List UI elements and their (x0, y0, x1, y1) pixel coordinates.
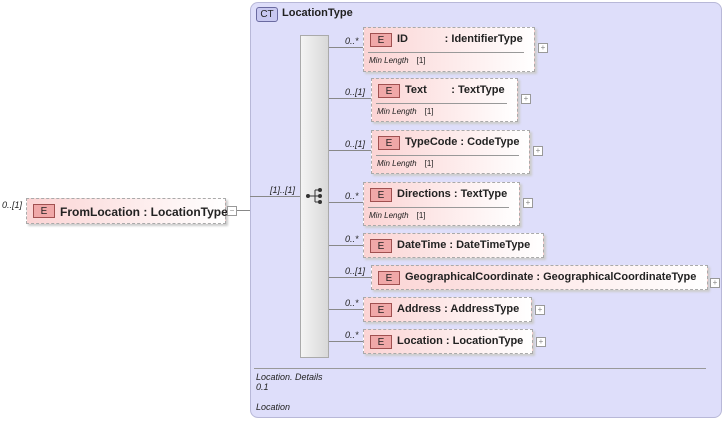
element-name: FromLocation (60, 205, 140, 219)
element-label: Text : TextType (405, 84, 505, 96)
footer-text: Location. Details (256, 372, 323, 382)
child-connector (329, 245, 363, 246)
footer-divider (254, 368, 706, 369)
element-label: Directions : TextType (397, 188, 508, 200)
child-connector (329, 341, 363, 342)
child-connector (329, 98, 371, 99)
element-badge: E (378, 271, 400, 285)
divider (368, 207, 509, 208)
element-badge: E (370, 188, 392, 202)
sequence-icon (306, 188, 322, 204)
facet-value: [1] (424, 107, 434, 116)
child-connector (329, 150, 371, 151)
element-type: LocationType (150, 205, 228, 219)
element-badge: E (370, 303, 392, 317)
element-label: Address : AddressType (397, 303, 520, 315)
child-multiplicity: 0..[1] (345, 266, 366, 276)
expand-toggle[interactable]: + (536, 337, 546, 347)
child-connector (329, 309, 363, 310)
element-directions[interactable]: E Directions : TextType Min Length [1] (363, 182, 520, 226)
element-label: FromLocation : LocationType (60, 205, 228, 219)
expand-toggle[interactable]: + (521, 94, 531, 104)
facet-min-length: Min Length [1] (377, 107, 434, 116)
element-badge: E (370, 33, 392, 47)
root-multiplicity: 0..[1] (2, 200, 23, 210)
element-text[interactable]: E Text : TextType Min Length [1] (371, 78, 518, 122)
child-connector (329, 277, 371, 278)
element-badge: E (378, 84, 400, 98)
element-badge: E (370, 239, 392, 253)
element-label: GeographicalCoordinate : GeographicalCoo… (405, 271, 697, 283)
element-datetime[interactable]: E DateTime : DateTimeType (363, 233, 544, 258)
child-multiplicity: 0..* (345, 330, 359, 340)
facet-value: [1] (416, 211, 426, 220)
complex-type-title: LocationType (282, 7, 353, 19)
element-location[interactable]: E Location : LocationType (363, 329, 533, 354)
child-multiplicity: 0..[1] (345, 139, 366, 149)
root-element-fromlocation[interactable]: E FromLocation : LocationType (26, 198, 228, 224)
element-label: ID : IdentifierType (397, 33, 523, 45)
element-id[interactable]: E ID : IdentifierType Min Length [1] (363, 27, 535, 72)
connector (237, 210, 250, 211)
child-connector (329, 47, 363, 48)
facet-min-length: Min Length [1] (369, 56, 426, 65)
facet-value: [1] (424, 159, 434, 168)
child-multiplicity: 0..* (345, 234, 359, 244)
element-address[interactable]: E Address : AddressType (363, 297, 532, 322)
expand-toggle[interactable]: + (538, 43, 548, 53)
facet-min-length: Min Length [1] (377, 159, 434, 168)
facet-label: Min Length (377, 159, 417, 168)
complex-type-badge: CT (256, 7, 278, 22)
element-label: TypeCode : CodeType (405, 136, 520, 148)
divider (368, 52, 524, 53)
child-multiplicity: 0..[1] (345, 87, 366, 97)
child-multiplicity: 0..* (345, 191, 359, 201)
expand-toggle[interactable]: + (523, 198, 533, 208)
child-multiplicity: 0..* (345, 36, 359, 46)
sequence-multiplicity: [1]..[1] (270, 185, 296, 195)
facet-label: Min Length (369, 56, 409, 65)
facet-min-length: Min Length [1] (369, 211, 426, 220)
element-typecode[interactable]: E TypeCode : CodeType Min Length [1] (371, 130, 530, 174)
divider (376, 103, 507, 104)
element-label: DateTime : DateTimeType (397, 239, 531, 251)
expand-toggle[interactable]: + (710, 278, 720, 288)
element-badge: E (370, 335, 392, 349)
facet-value: [1] (416, 56, 426, 65)
element-badge: E (378, 136, 400, 150)
footer-version: 0.1 (256, 382, 269, 392)
expand-toggle[interactable]: + (535, 305, 545, 315)
collapse-toggle[interactable]: − (227, 206, 237, 216)
element-geographicalcoordinate[interactable]: E GeographicalCoordinate : GeographicalC… (371, 265, 708, 290)
divider (376, 155, 519, 156)
element-label: Location : LocationType (397, 335, 524, 347)
child-connector (329, 202, 363, 203)
sequence-connector (250, 196, 300, 197)
facet-label: Min Length (377, 107, 417, 116)
facet-label: Min Length (369, 211, 409, 220)
footer-name: Location (256, 402, 291, 412)
element-badge: E (33, 204, 55, 218)
child-multiplicity: 0..* (345, 298, 359, 308)
expand-toggle[interactable]: + (533, 146, 543, 156)
